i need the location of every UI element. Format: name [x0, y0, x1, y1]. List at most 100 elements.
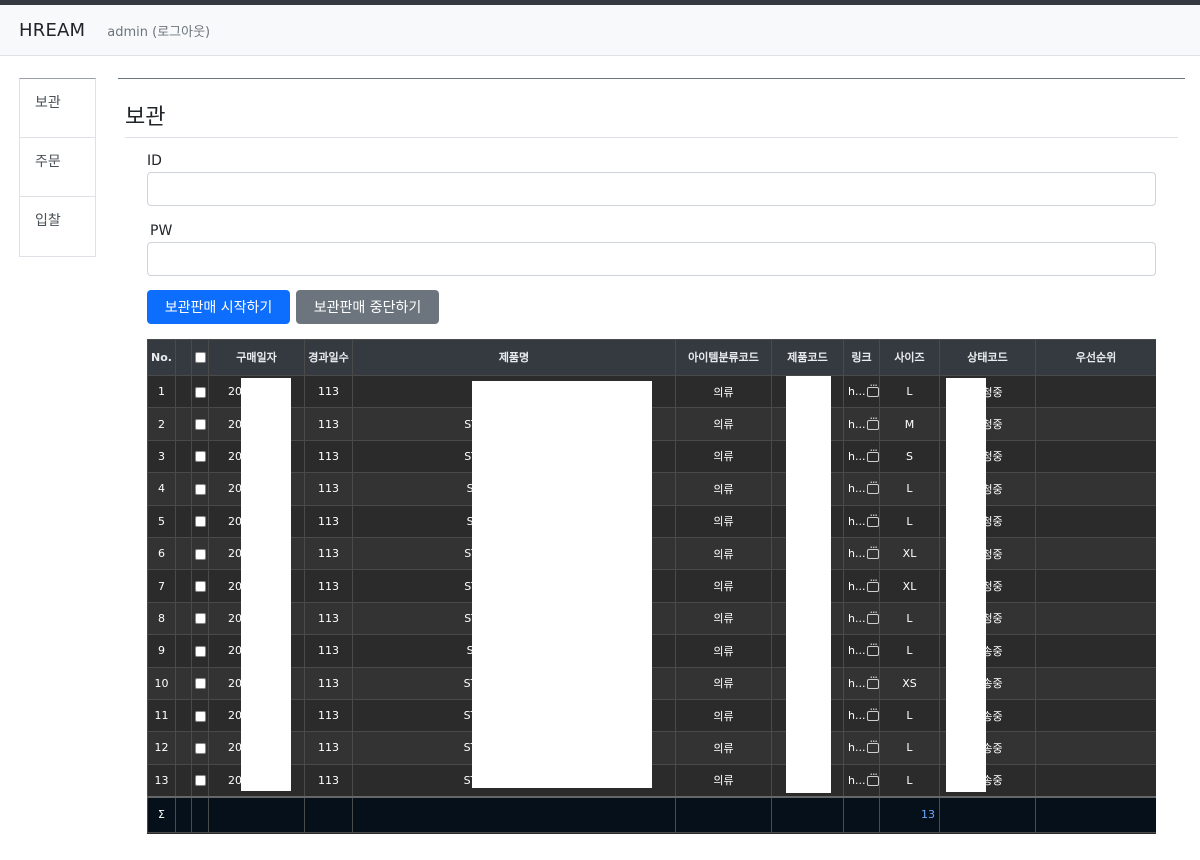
more-icon[interactable]	[867, 642, 879, 657]
sidebar-item-orders[interactable]: 주문	[20, 138, 95, 197]
row-select[interactable]	[191, 601, 209, 636]
col-header-name[interactable]: 제품명	[352, 339, 676, 376]
row-link[interactable]: h...	[843, 666, 880, 700]
row-checkbox[interactable]	[194, 678, 206, 690]
select-all-checkbox[interactable]	[194, 352, 206, 363]
summary-cell	[843, 795, 880, 834]
row-link-text[interactable]: h...	[848, 385, 865, 398]
row-priority	[1035, 472, 1156, 506]
row-link-text[interactable]: h...	[848, 677, 865, 690]
more-icon[interactable]	[867, 772, 879, 786]
pw-input[interactable]	[147, 242, 1156, 276]
start-storage-sale-button[interactable]: 보관판매 시작하기	[147, 290, 290, 324]
row-select[interactable]	[191, 634, 209, 668]
row-no: 7	[147, 569, 176, 603]
more-icon[interactable]	[867, 610, 879, 624]
row-checkbox[interactable]	[194, 581, 206, 593]
row-select[interactable]	[191, 374, 209, 409]
row-link-text[interactable]: h...	[848, 612, 865, 625]
row-checkbox[interactable]	[194, 386, 206, 398]
row-select[interactable]	[191, 731, 209, 765]
row-link-text[interactable]: h...	[848, 741, 865, 754]
action-buttons: 보관판매 시작하기 보관판매 중단하기	[147, 290, 439, 324]
more-icon[interactable]	[867, 513, 879, 527]
more-icon[interactable]	[867, 739, 879, 754]
row-link-text[interactable]: h...	[848, 709, 865, 722]
row-checkbox[interactable]	[194, 419, 206, 431]
row-link-text[interactable]: h...	[848, 482, 865, 495]
row-checkbox[interactable]	[194, 613, 206, 625]
row-link-text[interactable]: h...	[848, 644, 865, 657]
row-spacer	[175, 601, 192, 636]
sidebar-item-bids[interactable]: 입찰	[20, 197, 95, 256]
main-content: 보관 ID PW 보관판매 시작하기 보관판매 중단하기 No. 구매일자 경과…	[118, 78, 1185, 834]
more-icon[interactable]	[867, 707, 879, 722]
col-header-link[interactable]: 링크	[843, 339, 880, 376]
row-category: 의류	[675, 407, 772, 441]
id-input[interactable]	[147, 172, 1156, 206]
row-link[interactable]: h...	[843, 472, 880, 506]
brand-logo[interactable]: HREAM	[19, 20, 85, 41]
row-select[interactable]	[191, 698, 209, 733]
col-header-no[interactable]: No.	[147, 339, 176, 376]
row-checkbox[interactable]	[194, 775, 206, 787]
row-select[interactable]	[191, 536, 209, 571]
row-select[interactable]	[191, 569, 209, 603]
more-icon[interactable]	[867, 545, 879, 560]
row-priority	[1035, 634, 1156, 668]
row-checkbox[interactable]	[194, 742, 206, 754]
row-link-text[interactable]: h...	[848, 418, 865, 431]
col-header-days[interactable]: 경과일수	[304, 339, 353, 376]
row-link[interactable]: h...	[843, 569, 880, 603]
row-link[interactable]: h...	[843, 731, 880, 765]
more-icon[interactable]	[867, 480, 879, 495]
col-header-size[interactable]: 사이즈	[879, 339, 940, 376]
more-icon[interactable]	[867, 416, 879, 430]
row-days: 113	[304, 536, 353, 571]
row-link-text[interactable]: h...	[848, 774, 865, 787]
row-link-text[interactable]: h...	[848, 450, 865, 463]
col-header-category[interactable]: 아이템분류코드	[675, 339, 772, 376]
col-header-code[interactable]: 제품코드	[771, 339, 844, 376]
row-select[interactable]	[191, 763, 209, 798]
row-link-text[interactable]: h...	[848, 580, 865, 593]
row-select[interactable]	[191, 666, 209, 700]
row-checkbox[interactable]	[194, 451, 206, 463]
logout-link[interactable]: admin (로그아웃)	[107, 21, 210, 40]
row-link-text[interactable]: h...	[848, 547, 865, 560]
stop-storage-sale-button[interactable]: 보관판매 중단하기	[296, 290, 439, 324]
row-checkbox[interactable]	[194, 710, 206, 722]
row-link-text[interactable]: h...	[848, 515, 865, 528]
row-checkbox[interactable]	[194, 483, 206, 495]
row-size: XL	[879, 569, 940, 603]
more-icon[interactable]	[867, 578, 879, 592]
row-checkbox[interactable]	[194, 645, 206, 657]
row-no: 10	[147, 666, 176, 700]
col-header-priority[interactable]: 우선순위	[1035, 339, 1156, 376]
more-icon[interactable]	[867, 675, 879, 689]
row-select[interactable]	[191, 407, 209, 441]
row-link[interactable]: h...	[843, 374, 880, 409]
more-icon[interactable]	[867, 448, 879, 462]
row-link[interactable]: h...	[843, 634, 880, 668]
row-link[interactable]: h...	[843, 601, 880, 636]
redaction-block-code	[786, 376, 831, 793]
row-link[interactable]: h...	[843, 763, 880, 798]
row-no: 5	[147, 504, 176, 538]
row-checkbox[interactable]	[194, 548, 206, 560]
row-link[interactable]: h...	[843, 504, 880, 538]
col-header-date[interactable]: 구매일자	[208, 339, 305, 376]
row-checkbox[interactable]	[194, 516, 206, 528]
row-select[interactable]	[191, 472, 209, 506]
col-header-status[interactable]: 상태코드	[939, 339, 1036, 376]
row-link[interactable]: h...	[843, 439, 880, 474]
row-select[interactable]	[191, 439, 209, 474]
row-select[interactable]	[191, 504, 209, 538]
pw-label: PW	[150, 223, 173, 239]
row-link[interactable]: h...	[843, 698, 880, 733]
more-icon[interactable]	[867, 383, 879, 398]
col-header-select-all[interactable]	[191, 339, 209, 376]
row-link[interactable]: h...	[843, 407, 880, 441]
sidebar-item-storage[interactable]: 보관	[20, 79, 95, 138]
row-link[interactable]: h...	[843, 536, 880, 571]
